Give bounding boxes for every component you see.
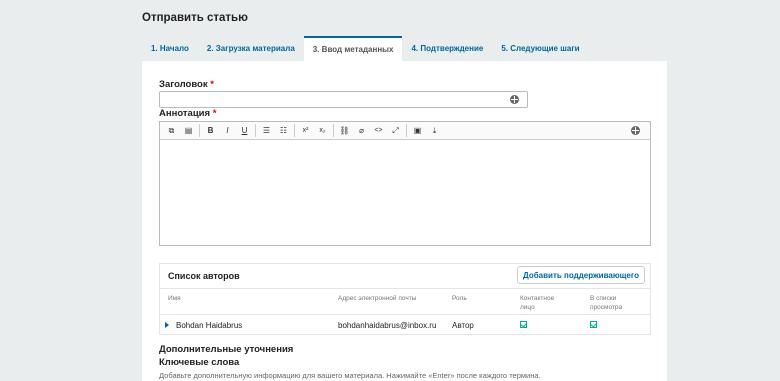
keywords-label: Ключевые слова: [159, 357, 240, 368]
page-title: Отправить статью: [142, 12, 248, 24]
column-contact: Контактное лицо: [520, 295, 555, 311]
authors-table-header: Имя Адрес электронной почты Роль Контакт…: [160, 288, 650, 315]
tab-upload[interactable]: 2. Загрузка материала: [198, 36, 304, 61]
globe-icon[interactable]: [631, 126, 640, 135]
author-role: Автор: [452, 321, 474, 330]
add-contributor-button[interactable]: Добавить поддерживающего: [517, 266, 645, 284]
abstract-label: Аннотация *: [159, 108, 216, 119]
unlink-icon[interactable]: ⌀: [353, 123, 370, 139]
metadata-panel: Заголовок * Аннотация * ⧉ ▤ B I U ☰ ☷ x²…: [142, 61, 667, 381]
editor-toolbar: ⧉ ▤ B I U ☰ ☷ x² x₂ ⛓ ⌀ <> ⤢ ▣ ⤓: [160, 122, 650, 140]
toolbar-divider: [406, 124, 407, 137]
numbered-list-icon[interactable]: ☷: [275, 123, 292, 139]
keywords-description: Добавьте дополнительную информацию для в…: [159, 371, 541, 380]
image-icon[interactable]: ▣: [409, 123, 426, 139]
fullscreen-icon[interactable]: ⤢: [387, 123, 404, 139]
browse-check-icon: [590, 321, 597, 328]
bold-icon[interactable]: B: [202, 123, 219, 139]
column-browse: В списки просмотра: [590, 295, 623, 311]
wizard-tabs: 1. Начало 2. Загрузка материала 3. Ввод …: [142, 36, 589, 61]
column-name: Имя: [168, 295, 181, 302]
link-icon[interactable]: ⛓: [336, 123, 353, 139]
additional-section-title: Дополнительные уточнения: [159, 344, 294, 355]
required-mark: *: [212, 108, 217, 119]
toolbar-divider: [333, 124, 334, 137]
copy-icon[interactable]: ⧉: [163, 123, 180, 139]
tab-confirmation[interactable]: 4. Подтверждение: [402, 36, 492, 61]
contact-check-icon: [520, 321, 527, 328]
abstract-textarea[interactable]: [160, 140, 650, 245]
tab-next-steps[interactable]: 5. Следующие шаги: [492, 36, 588, 61]
required-mark: *: [210, 79, 214, 90]
table-row: Bohdan Haidabrus bohdanhaidabrus@inbox.r…: [160, 315, 650, 335]
column-email: Адрес электронной почты: [338, 295, 417, 302]
title-input[interactable]: [159, 91, 528, 108]
column-role: Роль: [452, 295, 467, 302]
abstract-editor: ⧉ ▤ B I U ☰ ☷ x² x₂ ⛓ ⌀ <> ⤢ ▣ ⤓: [159, 121, 651, 246]
author-name: Bohdan Haidabrus: [176, 321, 243, 330]
globe-icon[interactable]: [510, 95, 519, 104]
abstract-label-text: Аннотация: [159, 108, 211, 119]
toolbar-divider: [255, 124, 256, 137]
authors-list: Список авторов Добавить поддерживающего …: [159, 263, 651, 335]
code-icon[interactable]: <>: [370, 123, 387, 139]
italic-icon[interactable]: I: [219, 123, 236, 139]
bullet-list-icon[interactable]: ☰: [258, 123, 275, 139]
subscript-icon[interactable]: x₂: [314, 123, 331, 139]
tab-metadata[interactable]: 3. Ввод метаданных: [303, 36, 403, 61]
upload-icon[interactable]: ⤓: [426, 123, 443, 139]
author-email: bohdanhaidabrus@inbox.ru: [338, 321, 437, 330]
authors-title: Список авторов: [168, 271, 240, 281]
underline-icon[interactable]: U: [236, 123, 253, 139]
paste-icon[interactable]: ▤: [180, 123, 197, 139]
tab-start[interactable]: 1. Начало: [142, 36, 198, 61]
title-label: Заголовок *: [159, 79, 214, 90]
superscript-icon[interactable]: x²: [297, 123, 314, 139]
expand-caret-icon[interactable]: [165, 322, 169, 328]
title-label-text: Заголовок: [159, 79, 208, 90]
toolbar-divider: [199, 124, 200, 137]
toolbar-divider: [294, 124, 295, 137]
